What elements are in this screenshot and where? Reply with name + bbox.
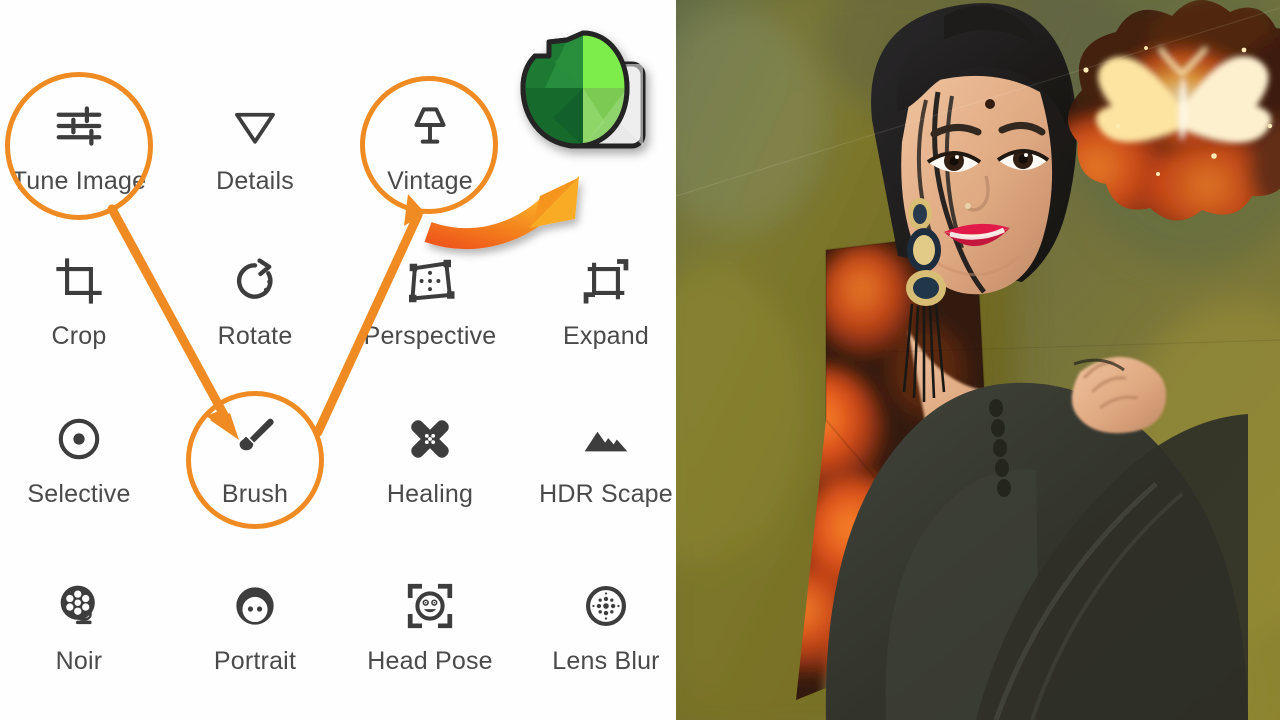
tool-label: Expand bbox=[563, 322, 649, 350]
tool-tune-image[interactable]: Tune Image bbox=[0, 95, 164, 196]
tool-vintage[interactable]: Vintage bbox=[345, 95, 515, 196]
photo-canvas bbox=[676, 0, 1280, 720]
selective-target-icon bbox=[0, 408, 164, 470]
tool-label: Vintage bbox=[387, 167, 473, 195]
lens-blur-icon bbox=[521, 575, 691, 637]
rotate-icon bbox=[170, 250, 340, 312]
head-pose-icon bbox=[345, 575, 515, 637]
tool-label: Selective bbox=[27, 480, 131, 508]
color-grade bbox=[676, 0, 1280, 720]
lamp-icon bbox=[345, 95, 515, 157]
tool-healing[interactable]: Healing bbox=[345, 408, 515, 509]
tool-lens-blur[interactable]: Lens Blur bbox=[521, 575, 691, 676]
tool-head-pose[interactable]: Head Pose bbox=[345, 575, 515, 676]
tool-label: Lens Blur bbox=[552, 647, 660, 675]
perspective-icon bbox=[345, 250, 515, 312]
tool-label: Rotate bbox=[217, 322, 293, 350]
tool-selective[interactable]: Selective bbox=[0, 408, 164, 509]
tool-expand[interactable]: Expand bbox=[521, 250, 691, 351]
healing-bandage-icon bbox=[345, 408, 515, 470]
tool-label: HDR Scape bbox=[539, 480, 673, 508]
tune-sliders-icon bbox=[0, 95, 164, 157]
triangle-down-icon bbox=[170, 95, 340, 157]
brush-icon bbox=[170, 408, 340, 470]
crop-icon bbox=[0, 250, 164, 312]
tool-label: Details bbox=[216, 167, 294, 195]
tool-label: Head Pose bbox=[367, 647, 493, 675]
snapseed-tools-panel: Tune Image Details Vintage Crop Rotate P… bbox=[0, 0, 676, 720]
tool-label: Perspective bbox=[363, 322, 497, 350]
expand-icon bbox=[521, 250, 691, 312]
tool-label: Brush bbox=[221, 480, 289, 508]
mountain-icon bbox=[521, 408, 691, 470]
tool-label: Healing bbox=[386, 480, 474, 508]
tool-brush[interactable]: Brush bbox=[170, 408, 340, 509]
portrait-face-icon bbox=[170, 575, 340, 637]
screenshot-root: Tune Image Details Vintage Crop Rotate P… bbox=[0, 0, 1280, 720]
film-reel-icon bbox=[0, 575, 164, 637]
tool-rotate[interactable]: Rotate bbox=[170, 250, 340, 351]
edited-photo bbox=[676, 0, 1280, 720]
tool-crop[interactable]: Crop bbox=[0, 250, 164, 351]
tool-hdr-scape[interactable]: HDR Scape bbox=[521, 408, 691, 509]
tool-perspective[interactable]: Perspective bbox=[345, 250, 515, 351]
tool-noir[interactable]: Noir bbox=[0, 575, 164, 676]
tool-portrait[interactable]: Portrait bbox=[170, 575, 340, 676]
tool-label: Noir bbox=[55, 647, 103, 675]
tool-label: Tune Image bbox=[11, 167, 147, 195]
snapseed-logo bbox=[520, 30, 646, 149]
tool-label: Portrait bbox=[213, 647, 297, 675]
tool-details[interactable]: Details bbox=[170, 95, 340, 196]
tool-label: Crop bbox=[51, 322, 107, 350]
